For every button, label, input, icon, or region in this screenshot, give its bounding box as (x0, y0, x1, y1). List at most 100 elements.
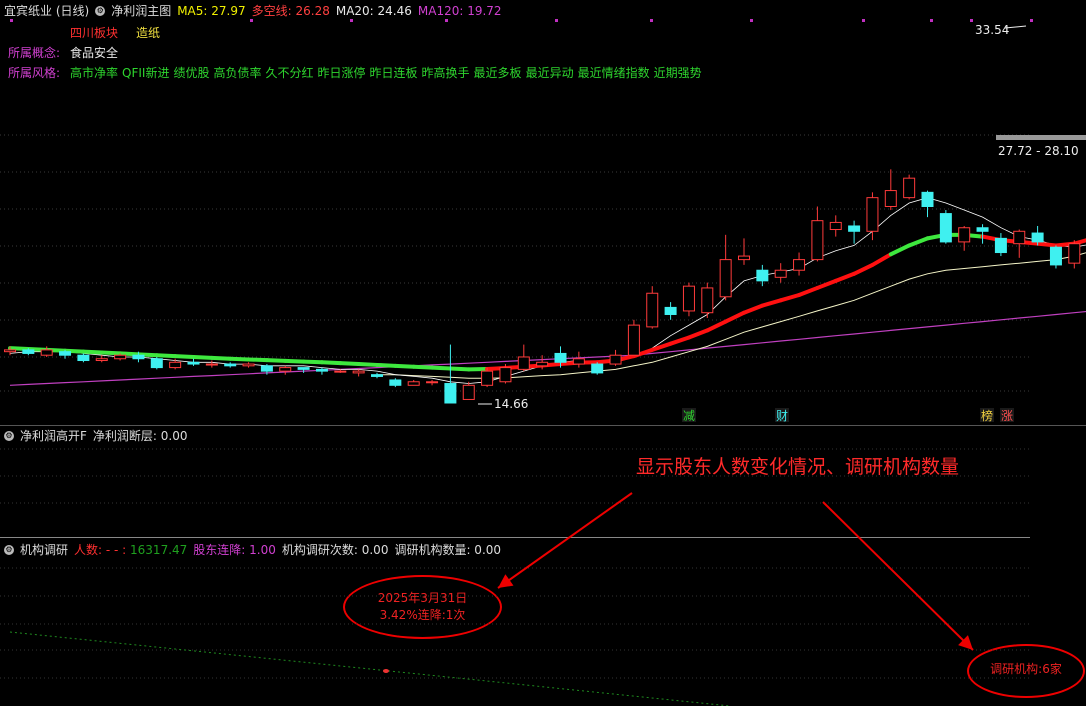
candle-body (132, 354, 145, 360)
duokong-line (705, 319, 728, 333)
duokong-line (264, 358, 288, 363)
duokong-line (852, 262, 875, 276)
candle-body (939, 213, 952, 243)
candle-body (297, 367, 310, 370)
candle-body (315, 368, 328, 372)
event-marker (650, 19, 653, 22)
event-marker (10, 19, 13, 22)
candle-body (426, 381, 439, 384)
candle-body (59, 351, 72, 356)
candle-body (334, 370, 347, 373)
duokong-line (338, 361, 361, 367)
duokong-line (778, 293, 802, 303)
event-marker (250, 19, 253, 22)
duokong-line (8, 346, 31, 352)
candle-body (627, 324, 640, 356)
duokong-line (815, 278, 838, 290)
candle-body (224, 363, 237, 367)
event-badge: 榜 (981, 408, 993, 423)
event-marker (445, 19, 448, 22)
duokong-line (246, 357, 269, 363)
duokong-line (118, 351, 141, 357)
ma120-line (9, 310, 1086, 386)
candle-body (407, 381, 420, 386)
duokong-line (1035, 241, 1058, 248)
candle-body (1031, 232, 1044, 243)
candle-body (95, 358, 108, 362)
candle-body (903, 177, 916, 199)
candle-body (444, 383, 457, 404)
duokong-line (888, 243, 912, 257)
candle-body (1068, 243, 1081, 264)
duokong-line (209, 355, 233, 361)
duokong-line (411, 364, 435, 370)
candle-body (187, 361, 200, 365)
range-bar (996, 135, 1086, 140)
event-marker (970, 19, 973, 22)
candle-body (958, 227, 971, 243)
candle-body (1049, 246, 1062, 266)
event-badge: 财 (776, 409, 788, 423)
candle-body (554, 352, 567, 363)
candle-body (279, 367, 292, 372)
candle-body (499, 367, 512, 383)
candle-body (609, 354, 622, 365)
price-chart[interactable]: 33.54 14.66 27.72 - 28.10 减 财 榜涨 (0, 0, 1086, 706)
candle-body (572, 358, 585, 365)
event-marker (555, 19, 558, 22)
duokong-line (301, 359, 324, 365)
candle-body (701, 287, 714, 314)
candle-body (40, 349, 53, 356)
candle-body (646, 292, 659, 328)
duokong-line (81, 349, 104, 355)
candle-body (481, 370, 494, 386)
candle-body (462, 384, 475, 400)
duokong-line (1072, 238, 1086, 246)
candle-body (1013, 230, 1026, 245)
duokong-line (356, 362, 379, 367)
candle-body (884, 190, 897, 208)
candle-body (866, 197, 879, 232)
candle-body (921, 191, 934, 208)
holders-trend-line (9, 631, 731, 706)
candle-body (389, 379, 402, 386)
event-badge: 涨 (1001, 408, 1013, 423)
high-label: 33.54 (975, 23, 1009, 37)
candle-body (242, 363, 255, 367)
candle-body (77, 354, 90, 362)
duokong-line (173, 354, 196, 359)
range-label: 27.72 - 28.10 (998, 144, 1079, 158)
duokong-line (228, 356, 251, 362)
duokong-line (375, 362, 398, 368)
candle-body (169, 361, 182, 369)
candle-body (976, 227, 989, 232)
low-label: 14.66 (494, 397, 528, 411)
arrow-head (498, 574, 514, 588)
duokong-line (154, 353, 178, 359)
event-badge: 减 (683, 409, 695, 423)
event-marker (350, 19, 353, 22)
holders-point (383, 669, 389, 673)
candle-body (114, 354, 127, 360)
ma5-line (9, 197, 1086, 384)
duokong-line (430, 365, 453, 371)
candle-body (260, 365, 273, 372)
duokong-line (760, 298, 783, 308)
candle-body (4, 349, 16, 353)
candle-body (352, 370, 365, 374)
duokong-line (448, 366, 471, 372)
annotation-arrow (822, 501, 974, 651)
duokong-line (833, 271, 857, 283)
duokong-line (797, 285, 820, 298)
duokong-line (650, 341, 673, 352)
candle-body (517, 356, 530, 370)
candle-body (774, 269, 787, 278)
candle-body (829, 221, 842, 231)
candle-body (591, 363, 604, 374)
event-marker (750, 19, 753, 22)
candle-body (811, 220, 824, 261)
candle-body (205, 363, 218, 366)
candle-body (738, 255, 750, 261)
candle-body (994, 237, 1007, 254)
event-marker (862, 19, 865, 22)
